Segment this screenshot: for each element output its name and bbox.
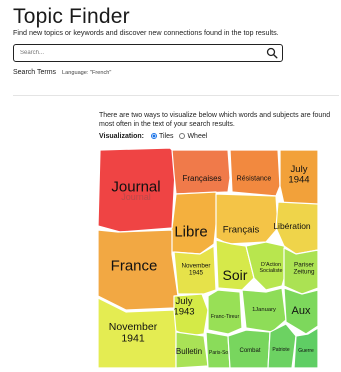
page-title: Topic Finder <box>13 5 130 28</box>
tile-fran-aises[interactable]: Françaises <box>171 149 231 195</box>
tiles-radio[interactable] <box>150 133 157 139</box>
wheel-radio[interactable] <box>179 133 186 139</box>
tile-pariser-zeitung[interactable]: Pariser Zeitung <box>283 247 319 295</box>
tile-label: Bulletin <box>176 347 202 356</box>
tile-label: Français <box>223 224 260 235</box>
tile-shape[interactable] <box>215 193 279 245</box>
tile-label: 1January <box>252 307 276 313</box>
tile-france[interactable]: France <box>97 229 179 311</box>
search-input[interactable] <box>20 47 260 59</box>
tile-label: Franc-Tireur <box>211 314 240 320</box>
tile-shape[interactable] <box>207 289 243 335</box>
search-box[interactable] <box>13 44 283 62</box>
tile-shape[interactable] <box>171 149 231 195</box>
tile-label: France <box>111 257 158 274</box>
tile-label: D'Action Socialiste <box>259 262 282 274</box>
tile-bulletin[interactable]: Bulletin <box>175 331 209 369</box>
tile-franc-tireur[interactable]: Franc-Tireur <box>207 289 243 335</box>
tile-label: Pariser Zeitung <box>293 262 315 276</box>
option-wheel[interactable]: Wheel <box>179 133 207 140</box>
tile-label: Patriote <box>272 347 289 353</box>
topic-tiles: JournalJournal Françaises Résistance July 19… <box>96 146 320 370</box>
tile-libre[interactable]: Libre <box>167 191 219 255</box>
visualization-label: Visualization: <box>99 133 144 140</box>
tile-1january[interactable]: 1January <box>241 287 287 333</box>
tile-r-sistance[interactable]: Résistance <box>229 149 281 197</box>
tile-journal[interactable]: JournalJournal <box>97 147 177 233</box>
search-terms-label: Search Terms <box>13 69 57 76</box>
tile-fran-ais[interactable]: Français <box>215 193 279 245</box>
tile-label: Combat <box>239 348 260 354</box>
tile-patriote[interactable]: Patriote <box>267 323 297 369</box>
tile-label: Libération <box>273 221 311 231</box>
tile-label: Libre <box>174 223 207 240</box>
search-terms: Search Terms Language: "French" <box>13 69 111 76</box>
tile-july-1944[interactable]: July 1944 <box>279 149 319 211</box>
tiles-label: Tiles <box>158 133 174 140</box>
tile-label: July 1943 <box>173 296 194 318</box>
wheel-label: Wheel <box>187 133 208 140</box>
tile-november-1945[interactable]: November 1945 <box>173 245 217 295</box>
page-subtitle: Find new topics or keywords and discover… <box>13 28 279 37</box>
divider <box>13 95 339 96</box>
tile-label: Résistance <box>237 175 272 182</box>
tile-label: Aux <box>292 305 311 317</box>
tile-label: Soir <box>223 267 248 283</box>
tile-label: Journal <box>111 178 160 195</box>
tile-label: July 1944 <box>288 164 309 186</box>
tile-shape[interactable] <box>229 149 281 197</box>
visualization-selector: Visualization: Tiles Wheel <box>99 133 211 140</box>
tile-combat[interactable]: Combat <box>227 329 271 369</box>
tile-label: Paris-Soir <box>209 350 231 356</box>
tile-july-1943[interactable]: July 1943 <box>173 293 209 337</box>
tile-label: Guerre <box>298 348 314 354</box>
language-filter[interactable]: Language: "French" <box>62 70 111 76</box>
visualization-intro: There are two ways to visualize below wh… <box>99 112 331 128</box>
tile-label: Françaises <box>182 174 221 183</box>
option-tiles[interactable]: Tiles <box>150 133 175 140</box>
search-icon[interactable] <box>266 47 278 59</box>
